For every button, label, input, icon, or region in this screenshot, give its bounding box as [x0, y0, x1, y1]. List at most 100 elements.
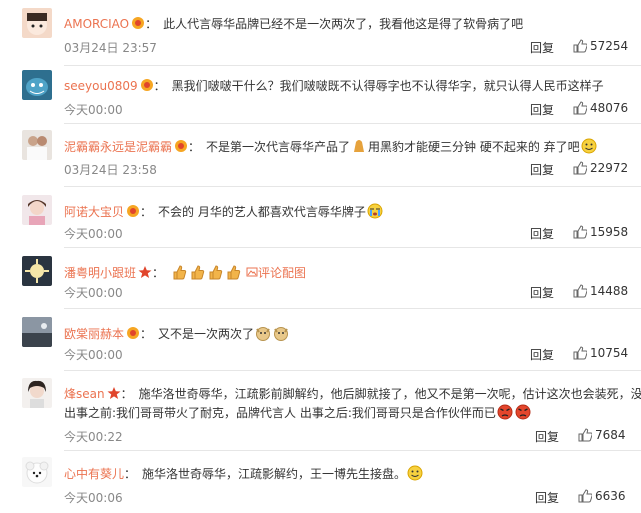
image-link[interactable]: 评论配图 — [258, 266, 306, 280]
thumbs-up-icon — [573, 39, 588, 56]
colon: ： — [152, 266, 165, 280]
like-count: 48076 — [590, 101, 629, 115]
avatar[interactable] — [22, 378, 52, 408]
divider — [64, 370, 641, 371]
reply-button[interactable]: 回复 — [530, 101, 554, 118]
comment-item: 潘粤明小跟班 ： 评论配图 今天00:00 回复 14488 — [0, 256, 641, 316]
timestamp: 今天00:00 — [64, 227, 123, 241]
divider — [64, 186, 641, 187]
username[interactable]: 烽sean — [64, 387, 105, 401]
username[interactable]: 心中有葵儿 — [64, 467, 124, 481]
comment-text: 施华洛世奇辱华，江疏影前脚解约，他后脚就接了，他又不是第一次呢，估计这次也会装死… — [138, 387, 641, 401]
comment-text: 不会的 月华的艺人都喜欢代言辱华牌子 — [158, 205, 366, 219]
star-badge-icon — [138, 265, 152, 279]
thumbs-up-icon — [578, 428, 593, 445]
divider — [64, 247, 641, 248]
thumbs-up-icon — [573, 225, 588, 242]
fan-badge-icon — [140, 78, 154, 92]
reply-button[interactable]: 回复 — [530, 39, 554, 56]
colon: ： — [153, 79, 166, 93]
angry-emoji-icon — [515, 404, 531, 420]
reply-button[interactable]: 回复 — [530, 284, 554, 301]
avatar[interactable] — [22, 8, 52, 38]
timestamp: 03月24日 23:57 — [64, 41, 157, 55]
timestamp: 03月24日 23:58 — [64, 163, 157, 177]
avatar[interactable] — [22, 317, 52, 347]
fan-badge-icon — [174, 139, 188, 153]
username[interactable]: 阿诺大宝贝 — [64, 205, 124, 219]
thumbs-up-icon — [573, 284, 588, 301]
like-count: 6636 — [595, 489, 626, 503]
avatar[interactable] — [22, 130, 52, 160]
angry-emoji-icon — [497, 404, 513, 420]
username[interactable]: seeyou0809 — [64, 79, 138, 93]
username[interactable]: 潘粤明小跟班 — [64, 266, 136, 280]
like-button[interactable]: 10754 — [573, 346, 628, 363]
thumbs-up-emoji-icon — [207, 264, 223, 280]
timestamp: 今天00:00 — [64, 103, 123, 117]
like-count: 14488 — [590, 284, 629, 298]
divider — [64, 308, 641, 309]
comment-text-after: 用黑豹才能硬三分钟 硬不起来的 弃了吧 — [368, 140, 580, 154]
crying-emoji-icon — [367, 203, 383, 219]
doge-emoji-icon — [273, 325, 289, 341]
comment-item: AMORCIAO：此人代言辱华品牌已经不是一次两次了，我看他这是得了软骨病了吧 … — [0, 8, 641, 68]
comment-item: 泥霸霸永远是泥霸霸 ： 不是第一次代言辱华产品了 用黑豹才能硬三分钟 硬不起来的 弃了… — [0, 130, 641, 190]
smile-emoji-icon — [407, 465, 423, 481]
like-button[interactable]: 22972 — [573, 161, 628, 178]
comment-text: 此人代言辱华品牌已经不是一次两次了，我看他这是得了软骨病了吧 — [163, 17, 524, 31]
timestamp: 今天00:22 — [64, 430, 123, 444]
like-count: 15958 — [590, 225, 629, 239]
bag-emoji-icon — [351, 138, 367, 154]
comment-text-line2: 出事之前:我们哥哥带火了耐克，品牌代言人 出事之后:我们哥哥只是合作伙伴而已 — [64, 406, 496, 420]
avatar[interactable] — [22, 457, 52, 487]
comment-text: 又不是一次两次了 — [158, 327, 255, 341]
like-button[interactable]: 15958 — [573, 225, 628, 242]
comment-item: 欧棠丽赫本 ： 又不是一次两次了 今天00:00 回复 10754 — [0, 317, 641, 377]
colon: ： — [140, 327, 153, 341]
like-count: 57254 — [590, 39, 629, 53]
reply-button[interactable]: 回复 — [530, 346, 554, 363]
username[interactable]: 欧棠丽赫本 — [64, 327, 124, 341]
reply-button[interactable]: 回复 — [535, 489, 559, 506]
comment-item: 心中有葵儿： 施华洛世奇辱华，江疏影解约，王一博先生接盘。 今天00:06 回复 … — [0, 457, 641, 513]
like-count: 10754 — [590, 346, 629, 360]
image-link-icon[interactable] — [246, 266, 258, 280]
like-button[interactable]: 48076 — [573, 101, 628, 118]
username[interactable]: AMORCIAO — [64, 17, 129, 31]
reply-button[interactable]: 回复 — [530, 161, 554, 178]
doge-emoji-icon — [255, 325, 271, 341]
thumbs-up-icon — [573, 161, 588, 178]
comment-text: 黑我们啵啵干什么？我们啵啵既不认得辱字也不认得华字，就只认得人民币这样子 — [171, 79, 604, 93]
comment-text: 不是第一次代言辱华产品了 — [206, 140, 351, 154]
avatar[interactable] — [22, 195, 52, 225]
comment-item: seeyou0809 ： 黑我们啵啵干什么？我们啵啵既不认得辱字也不认得华字，就只认… — [0, 70, 641, 130]
timestamp: 今天00:06 — [64, 491, 123, 505]
like-count: 22972 — [590, 161, 629, 175]
like-button[interactable]: 57254 — [573, 39, 628, 56]
username[interactable]: 泥霸霸永远是泥霸霸 — [64, 140, 172, 154]
thumbs-up-emoji-icon — [225, 264, 241, 280]
divider — [64, 450, 641, 451]
divider — [64, 65, 641, 66]
like-button[interactable]: 6636 — [578, 489, 626, 506]
like-count: 7684 — [595, 428, 626, 442]
avatar[interactable] — [22, 70, 52, 100]
timestamp: 今天00:00 — [64, 286, 123, 300]
avatar[interactable] — [22, 256, 52, 286]
divider — [64, 123, 641, 124]
comment-text: 施华洛世奇辱华，江疏影解约，王一博先生接盘。 — [142, 467, 407, 481]
thumbs-up-icon — [573, 346, 588, 363]
colon: ： — [140, 205, 153, 219]
reply-button[interactable]: 回复 — [535, 428, 559, 445]
comment-item: 烽sean ： 施华洛世奇辱华，江疏影前脚解约，他后脚就接了，他又不是第一次呢，估计… — [0, 378, 641, 450]
fan-badge-icon — [126, 204, 140, 218]
star-badge-icon — [107, 386, 121, 400]
reply-button[interactable]: 回复 — [530, 225, 554, 242]
thumbs-up-emoji-icon — [171, 264, 187, 280]
like-button[interactable]: 7684 — [578, 428, 626, 445]
colon: ： — [120, 387, 133, 401]
timestamp: 今天00:00 — [64, 348, 123, 362]
like-button[interactable]: 14488 — [573, 284, 628, 301]
colon: ： — [145, 17, 158, 31]
